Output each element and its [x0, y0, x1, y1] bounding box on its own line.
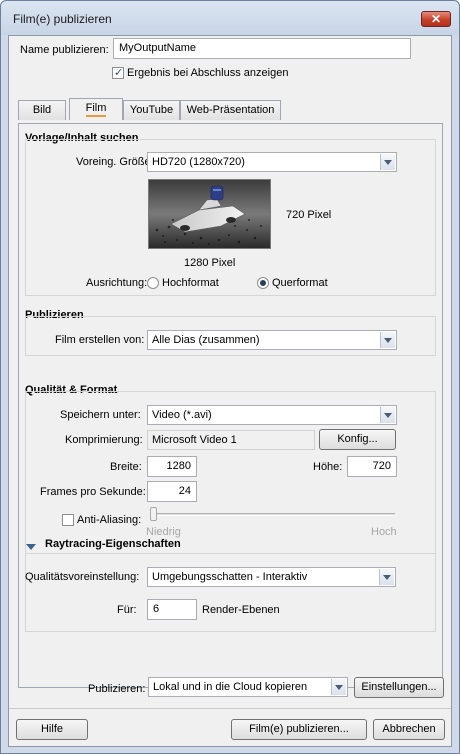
- portrait-label: Hochformat: [162, 277, 219, 289]
- dialog-window: Film(e) publizieren ✕ Name publizieren: …: [0, 0, 460, 754]
- quality-preset-select[interactable]: Umgebungsschatten - Interaktiv: [147, 567, 396, 587]
- tab-bild[interactable]: Bild: [18, 100, 66, 120]
- name-label: Name publizieren:: [20, 44, 109, 56]
- chevron-down-icon: [380, 154, 395, 170]
- width-label: Breite:: [110, 461, 142, 473]
- slider-low-label: Niedrig: [146, 526, 181, 538]
- dialog-client: Name publizieren: MyOutputName Ergebnis …: [8, 35, 452, 747]
- cancel-button[interactable]: Abbrechen: [373, 719, 445, 740]
- preview-thumbnail: [148, 179, 271, 249]
- raytracing-group: Qualitätsvoreinstellung: Umgebungsschatt…: [25, 554, 436, 632]
- fps-input[interactable]: 24: [147, 481, 197, 502]
- landscape-label: Querformat: [272, 277, 328, 289]
- landscape-radio[interactable]: [257, 277, 269, 289]
- portrait-radio[interactable]: [147, 277, 159, 289]
- height-input[interactable]: 720: [347, 456, 397, 477]
- collapse-triangle-icon[interactable]: [26, 544, 36, 550]
- preset-size-select[interactable]: HD720 (1280x720): [147, 152, 397, 172]
- save-as-label: Speichern unter:: [60, 409, 141, 421]
- orientation-label: Ausrichtung:: [86, 277, 148, 289]
- publish-target-select[interactable]: Lokal und in die Cloud kopieren: [148, 677, 348, 697]
- close-button[interactable]: ✕: [421, 11, 451, 27]
- chevron-down-icon: [380, 332, 395, 348]
- antialias-label: Anti-Aliasing:: [77, 514, 142, 526]
- compression-label: Komprimierung:: [65, 434, 143, 446]
- race-car-image: [149, 180, 270, 248]
- film-tab-panel: Vorlage/Inhalt suchen Voreing. Größe: HD…: [18, 123, 443, 688]
- fps-label: Frames pro Sekunde:: [40, 486, 146, 498]
- create-from-select[interactable]: Alle Dias (zusammen): [147, 330, 397, 350]
- save-as-select[interactable]: Video (*.avi): [147, 405, 397, 425]
- footer-separator: [9, 708, 451, 709]
- render-levels-input[interactable]: 6: [147, 599, 197, 620]
- help-button[interactable]: Hilfe: [16, 719, 88, 740]
- tab-film[interactable]: Film: [69, 98, 123, 120]
- show-result-checkbox[interactable]: [112, 66, 124, 79]
- tab-web-praesentation[interactable]: Web-Präsentation: [180, 100, 281, 120]
- window-title: Film(e) publizieren: [13, 12, 112, 26]
- name-input[interactable]: MyOutputName: [113, 38, 411, 59]
- create-from-label: Film erstellen von:: [55, 334, 145, 346]
- render-levels-label: Render-Ebenen: [202, 604, 280, 616]
- antialias-checkbox[interactable]: [62, 514, 74, 526]
- width-input[interactable]: 1280: [147, 456, 197, 477]
- height-label: Höhe:: [313, 461, 343, 473]
- close-icon: ✕: [430, 12, 442, 26]
- chevron-down-icon: [331, 679, 346, 695]
- chevron-down-icon: [379, 569, 394, 585]
- title-bar[interactable]: Film(e) publizieren ✕: [1, 1, 459, 35]
- quality-preset-label: Qualitätsvoreinstellung:: [25, 571, 140, 583]
- publish-target-label: Publizieren:: [88, 683, 146, 695]
- for-label: Für:: [117, 604, 137, 616]
- config-button[interactable]: Konfig...: [319, 429, 396, 450]
- preview-width-text: 1280 Pixel: [184, 257, 236, 269]
- publish-button[interactable]: Film(e) publizieren...: [231, 719, 367, 740]
- chevron-down-icon: [380, 407, 395, 423]
- compression-value: Microsoft Video 1: [147, 430, 315, 450]
- antialias-slider-handle[interactable]: [150, 507, 157, 521]
- slider-high-label: Hoch: [371, 526, 397, 538]
- antialias-slider-track[interactable]: [152, 513, 395, 516]
- preset-size-label: Voreing. Größe:: [76, 156, 154, 168]
- tab-strip: Bild Film YouTube Web-Präsentation: [18, 98, 438, 124]
- raytracing-section-title: Raytracing-Eigenschaften: [45, 538, 181, 550]
- settings-button[interactable]: Einstellungen...: [354, 677, 444, 698]
- preview-height-text: 720 Pixel: [286, 209, 332, 221]
- show-result-label: Ergebnis bei Abschluss anzeigen: [127, 67, 289, 79]
- tab-youtube[interactable]: YouTube: [123, 100, 180, 120]
